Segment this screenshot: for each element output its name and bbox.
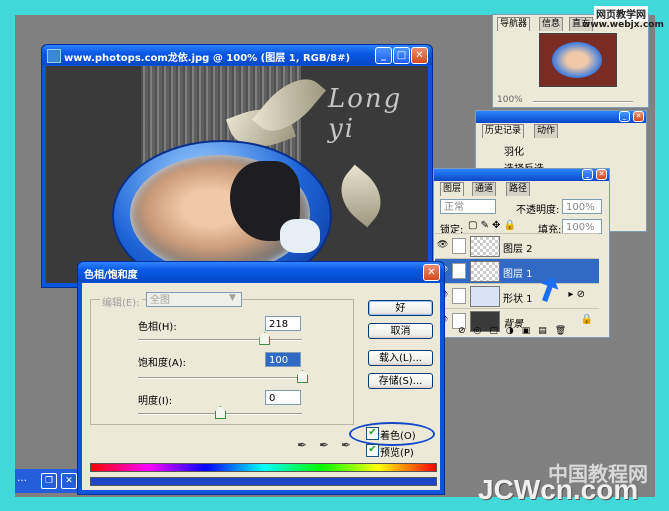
opacity-input[interactable]: 100% [562, 199, 602, 214]
load-button[interactable]: 载入(L)... [368, 350, 433, 366]
tab-history[interactable]: 历史记录 [482, 124, 525, 138]
layers-panel: _ ✕ 图层 通道 路径 正常 不透明度: 100% 锁定: ▢ ✎ ✥ 🔒 填… [433, 168, 610, 338]
site-url-watermark: www.webjx.com [582, 20, 664, 30]
long-yi-watermark: Long yi [328, 84, 403, 144]
saturation-label: 饱和度(A): [138, 358, 187, 369]
opacity-label: 不透明度: [516, 205, 560, 216]
photoshop-doc-icon [47, 49, 61, 63]
minimize-button[interactable]: _ [375, 47, 392, 64]
layer-row[interactable]: 👁 图层 1 [435, 258, 599, 283]
brush-icon[interactable] [452, 263, 466, 279]
document-titlebar[interactable]: www.photops.com龙依.jpg @ 100% (图层 1, RGB/… [42, 45, 432, 65]
tab-layers[interactable]: 图层 [440, 182, 465, 196]
restore-icon[interactable]: ❐ [41, 473, 57, 489]
blend-mode-select[interactable]: 正常 [440, 199, 496, 214]
hue-slider-track[interactable] [138, 339, 302, 341]
tab-paths[interactable]: 路径 [506, 182, 531, 196]
saturation-slider-track[interactable] [138, 377, 302, 379]
jcwcn-watermark: JCWcn.com [478, 474, 639, 505]
taskbar-fragment: … ❐ ✕ [15, 469, 80, 493]
close-button[interactable]: ✕ [596, 169, 607, 180]
minimize-button[interactable]: _ [582, 169, 593, 180]
layer-row[interactable]: 👁 图层 2 [435, 233, 599, 258]
navigator-zoom-slider[interactable] [533, 101, 633, 103]
lightness-input[interactable]: 0 [265, 390, 301, 405]
lock-icon: 🔒 [580, 314, 593, 325]
edit-select[interactable]: 全图 [146, 292, 242, 307]
tab-info[interactable]: 信息 [539, 17, 564, 31]
minimize-button[interactable]: _ [619, 111, 630, 122]
navigator-thumbnail [552, 42, 602, 78]
site-watermark: 网页教学网 [594, 6, 648, 21]
tab-navigator[interactable]: 导航器 [497, 17, 531, 31]
link-box[interactable] [452, 238, 466, 254]
document-title: www.photops.com龙依.jpg @ 100% (图层 1, RGB/… [64, 53, 351, 64]
image-canvas[interactable]: Long yi [46, 66, 428, 283]
history-item-label: 羽化 [504, 147, 524, 158]
preview-label: 预览(P) [380, 448, 414, 459]
close-button[interactable]: ✕ [633, 111, 644, 122]
layer-thumbnail [470, 236, 500, 257]
eyedropper-minus-icon[interactable]: ✒ [341, 438, 351, 452]
layer-name: 图层 1 [503, 269, 533, 280]
saturation-input[interactable]: 100 [265, 352, 301, 367]
history-item[interactable]: 羽化 [480, 141, 642, 158]
close-button[interactable]: ✕ [423, 264, 440, 281]
close-button[interactable]: ✕ [411, 47, 428, 64]
colorize-checkbox[interactable]: ✔ [366, 427, 379, 440]
dialog-titlebar[interactable]: 色相/饱和度 ✕ [78, 262, 444, 282]
close-icon[interactable]: ✕ [61, 473, 77, 489]
adjust-group [90, 299, 354, 425]
shape-thumbnail [470, 286, 500, 307]
link-box[interactable] [452, 288, 466, 304]
chevron-down-icon: ▼ [229, 293, 236, 303]
output-color-bar [90, 477, 437, 486]
layer-name: 图层 2 [503, 244, 533, 255]
hue-label: 色相(H): [138, 322, 177, 333]
hue-input[interactable]: 218 [265, 316, 301, 331]
hue-saturation-dialog: 色相/饱和度 ✕ 编辑(E): 全图 ▼ 色相(H): 218 饱和度(A): … [77, 261, 445, 495]
eye-icon[interactable]: 👁 [437, 240, 448, 250]
portrait-photo [130, 155, 320, 273]
tab-channels[interactable]: 通道 [472, 182, 497, 196]
dialog-body: 编辑(E): 全图 ▼ 色相(H): 218 饱和度(A): 100 明度(I)… [82, 283, 440, 490]
dialog-title: 色相/饱和度 [84, 270, 138, 281]
ok-button[interactable]: 好 [368, 300, 433, 316]
colorize-label: 着色(O) [380, 431, 416, 442]
ellipsis-icon: … [17, 473, 27, 484]
lock-icons[interactable]: ▢ ✎ ✥ 🔒 [468, 220, 516, 231]
eyedropper-icon[interactable]: ✒ [297, 438, 307, 452]
layer-row[interactable]: 👁 形状 1 ▸ ⊘ [435, 283, 599, 308]
layers-toolbar[interactable]: ⊘◎▢◑▣▤🗑 [458, 326, 603, 336]
navigator-zoom[interactable]: 100% [497, 95, 523, 105]
navigator-preview[interactable] [539, 33, 617, 87]
scarf-shape [280, 219, 320, 253]
document-window: www.photops.com龙依.jpg @ 100% (图层 1, RGB/… [41, 44, 433, 288]
preview-checkbox[interactable]: ✔ [366, 444, 379, 457]
tab-actions[interactable]: 动作 [534, 124, 559, 138]
effects-icon[interactable]: ▸ ⊘ [568, 289, 585, 300]
input-color-bar [90, 463, 437, 472]
layer-thumbnail [470, 261, 500, 282]
cancel-button[interactable]: 取消 [368, 323, 433, 339]
leaf-decoration [328, 164, 394, 228]
layers-titlebar[interactable]: _ ✕ [434, 169, 609, 181]
history-titlebar[interactable]: _ ✕ [476, 111, 646, 123]
eyedropper-plus-icon[interactable]: ✒ [319, 438, 329, 452]
layer-name: 形状 1 [503, 294, 533, 305]
edit-label: 编辑(E): [100, 294, 142, 309]
lightness-label: 明度(I): [138, 396, 173, 407]
maximize-button[interactable]: □ [393, 47, 410, 64]
save-button[interactable]: 存储(S)... [368, 373, 433, 389]
fill-input[interactable]: 100% [562, 219, 602, 234]
